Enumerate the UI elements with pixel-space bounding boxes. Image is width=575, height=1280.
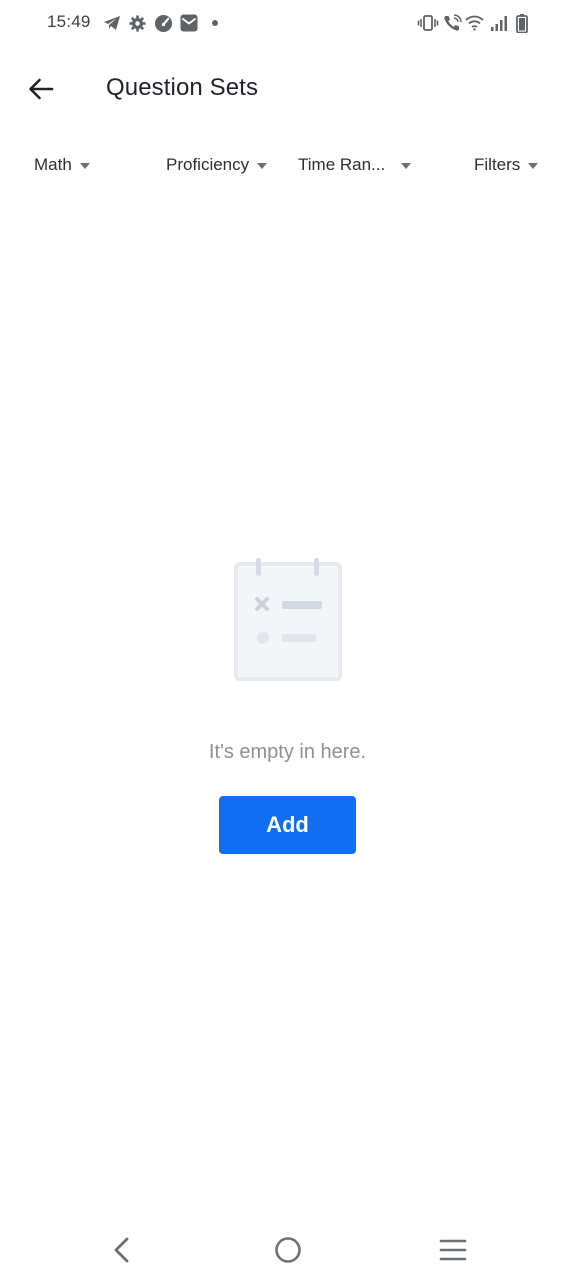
battery-icon <box>514 13 530 33</box>
nav-menu-icon[interactable] <box>429 1228 477 1272</box>
add-button[interactable]: Add <box>219 796 356 854</box>
dot-icon <box>209 13 221 33</box>
app-bar: Question Sets <box>0 56 575 120</box>
empty-clipboard-icon <box>232 556 344 684</box>
vibrate-icon <box>416 13 440 33</box>
subject-filter-dropdown[interactable]: Math <box>34 144 90 186</box>
status-time: 15:49 <box>47 12 91 31</box>
proficiency-filter-dropdown[interactable]: Proficiency <box>166 144 268 186</box>
page-title: Question Sets <box>106 74 259 101</box>
screen: 15:49 Question Sets Math Proficiency Tim… <box>0 0 575 1280</box>
proficiency-filter-label: Proficiency <box>166 155 250 174</box>
caret-down-icon <box>401 162 412 169</box>
telegram-icon <box>101 13 123 33</box>
caret-down-icon <box>79 162 90 169</box>
signal-icon <box>488 13 510 33</box>
mail-icon <box>179 13 199 33</box>
gear-icon <box>127 13 147 33</box>
caret-down-icon <box>257 162 268 169</box>
subject-filter-label: Math <box>34 155 72 174</box>
empty-state-message: It's empty in here. <box>208 741 367 763</box>
back-button[interactable] <box>20 68 62 110</box>
wifi-icon <box>463 13 485 33</box>
nav-back-icon[interactable] <box>98 1228 146 1272</box>
arrow-left-icon <box>28 78 54 100</box>
status-bar: 15:49 <box>0 0 575 48</box>
filters-dropdown[interactable]: Filters <box>474 144 539 186</box>
speedometer-icon <box>152 13 174 33</box>
system-nav-bar <box>0 1220 575 1280</box>
wifi-call-icon <box>441 13 463 33</box>
time-range-filter-dropdown[interactable]: Time Ran... <box>298 144 412 186</box>
time-range-filter-label: Time Ran... <box>298 155 386 174</box>
filters-label: Filters <box>474 155 521 174</box>
caret-down-icon <box>528 162 539 169</box>
nav-home-icon[interactable] <box>264 1228 312 1272</box>
filter-bar: Math Proficiency Time Ran... Filters <box>0 144 575 186</box>
